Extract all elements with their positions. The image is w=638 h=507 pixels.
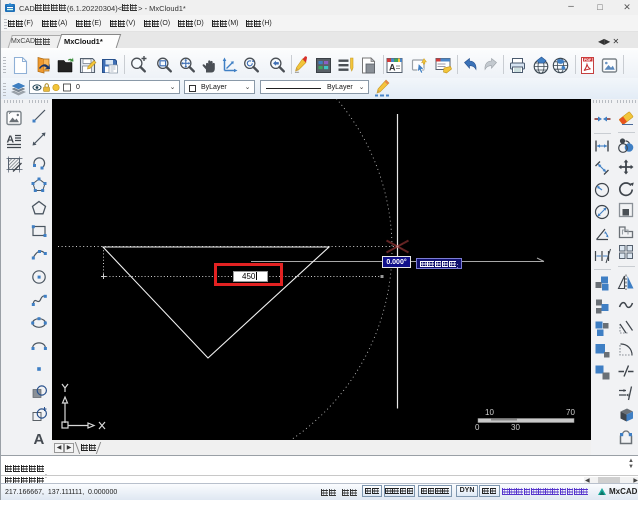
svg-text:10: 10 <box>485 408 494 417</box>
svg-text:A: A <box>34 431 45 447</box>
svg-text:PDF: PDF <box>584 57 592 61</box>
svg-text:30: 30 <box>511 423 520 432</box>
svg-text:70: 70 <box>566 408 575 417</box>
svg-text:A: A <box>7 134 15 146</box>
svg-text:A: A <box>389 62 396 72</box>
svg-text:0: 0 <box>475 423 480 432</box>
